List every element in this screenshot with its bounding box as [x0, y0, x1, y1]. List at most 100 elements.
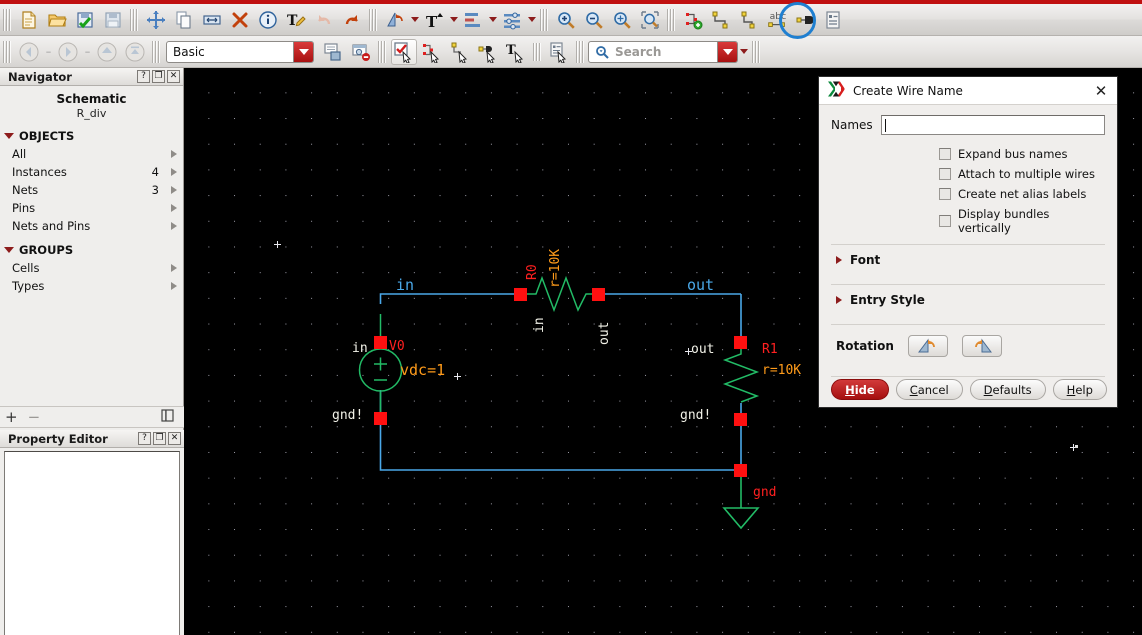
distribute-dropdown-arrow[interactable] — [526, 7, 537, 33]
instance-name-gnd[interactable]: gnd — [753, 486, 776, 499]
tree-item-label: Nets — [12, 183, 39, 197]
tree-item-cells[interactable]: Cells — [0, 259, 183, 277]
search-input[interactable]: Search — [588, 40, 738, 63]
instance-value-r1[interactable]: r=10K — [762, 364, 801, 377]
navigator-close-button[interactable]: ✕ — [167, 70, 180, 83]
tree-group-objects[interactable]: OBJECTS — [0, 127, 183, 145]
chevron-right-icon — [171, 282, 177, 290]
schematic-mode-combo[interactable]: Basic — [166, 40, 314, 63]
undo-icon[interactable] — [311, 7, 337, 33]
display-bundles-vertically-checkbox[interactable] — [939, 215, 951, 227]
names-input[interactable] — [880, 115, 1105, 135]
search-dropdown-arrow[interactable] — [717, 41, 737, 62]
expand-bus-names-row[interactable]: Expand bus names — [939, 147, 1105, 161]
create-wire-narrow-icon[interactable] — [736, 7, 762, 33]
instance-value-r0[interactable]: r=10K — [548, 249, 563, 288]
schematic-mode-dropdown-arrow[interactable] — [293, 41, 313, 62]
tree-item-nets[interactable]: Nets 3 — [0, 181, 183, 199]
zoom-fit-icon[interactable] — [609, 7, 635, 33]
window-layout-icon[interactable] — [320, 39, 346, 65]
net-label-out[interactable]: out — [687, 278, 714, 293]
rotate-left-icon[interactable] — [907, 335, 948, 357]
zoom-in-icon[interactable] — [553, 7, 579, 33]
search-options-arrow[interactable] — [738, 39, 749, 65]
property-editor-help-button[interactable]: ? — [138, 432, 151, 445]
text-dropdown-arrow[interactable] — [448, 7, 459, 33]
select-props-icon[interactable] — [546, 39, 572, 65]
cancel-button-mnemonic: C — [909, 382, 918, 397]
instance-name-r1[interactable]: R1 — [762, 343, 778, 356]
panel-layout-icon[interactable] — [161, 409, 174, 425]
tree-item-nets-and-pins[interactable]: Nets and Pins — [0, 217, 183, 235]
create-net-alias-labels-checkbox[interactable] — [939, 188, 951, 200]
create-wire-icon[interactable] — [708, 7, 734, 33]
align-icon[interactable] — [460, 7, 486, 33]
net-label-in[interactable]: in — [396, 278, 414, 293]
redo-icon[interactable] — [339, 7, 365, 33]
add-button[interactable]: + — [5, 409, 18, 425]
align-dropdown-arrow[interactable] — [487, 7, 498, 33]
add-instance-icon[interactable] — [680, 7, 706, 33]
navigator-float-button[interactable]: ❐ — [152, 70, 165, 83]
text-up-icon[interactable]: T — [421, 7, 447, 33]
open-folder-icon[interactable] — [44, 7, 70, 33]
flip-icon[interactable] — [382, 7, 408, 33]
defaults-button[interactable]: Defaults — [969, 379, 1046, 400]
create-net-alias-labels-row[interactable]: Create net alias labels — [939, 187, 1105, 201]
property-editor-float-button[interactable]: ❐ — [153, 432, 166, 445]
help-button[interactable]: Help — [1052, 379, 1107, 400]
save-icon[interactable] — [100, 7, 126, 33]
nav-top-icon[interactable] — [122, 39, 148, 65]
select-instance-icon[interactable] — [419, 39, 445, 65]
tree-item-instances[interactable]: Instances 4 — [0, 163, 183, 181]
rotate-right-icon[interactable] — [961, 335, 1002, 357]
display-bundles-vertically-row[interactable]: Display bundles vertically — [939, 207, 1105, 235]
instance-name-r0[interactable]: R0 — [525, 264, 540, 280]
entry-style-section[interactable]: Entry Style — [831, 285, 1105, 315]
property-editor-close-button[interactable]: ✕ — [168, 432, 181, 445]
expand-triangle-icon — [4, 133, 14, 139]
expand-bus-names-checkbox[interactable] — [939, 148, 951, 160]
edit-text-icon[interactable]: T — [283, 7, 309, 33]
zoom-area-icon[interactable] — [637, 7, 663, 33]
distribute-icon[interactable] — [499, 7, 525, 33]
nav-forward-dropdown[interactable]: – — [82, 39, 93, 65]
tree-item-all[interactable]: All — [0, 145, 183, 163]
property-editor-content[interactable] — [4, 451, 180, 635]
create-pin-icon[interactable] — [792, 7, 818, 33]
new-file-icon[interactable] — [16, 7, 42, 33]
hierarchy-icon[interactable] — [820, 7, 846, 33]
navigator-help-button[interactable]: ? — [137, 70, 150, 83]
tree-group-groups[interactable]: GROUPS — [0, 241, 183, 259]
select-all-icon[interactable] — [391, 38, 417, 65]
select-text-icon[interactable]: T — [503, 39, 529, 65]
zoom-out-icon[interactable] — [581, 7, 607, 33]
select-pin-icon[interactable] — [475, 39, 501, 65]
move-icon[interactable] — [143, 7, 169, 33]
tree-item-pins[interactable]: Pins — [0, 199, 183, 217]
remove-button[interactable]: − — [28, 409, 41, 425]
cancel-button[interactable]: Cancel — [895, 379, 963, 400]
font-section[interactable]: Font — [831, 245, 1105, 275]
stretch-icon[interactable] — [199, 7, 225, 33]
save-check-icon[interactable] — [72, 7, 98, 33]
copy-icon[interactable] — [171, 7, 197, 33]
attach-multiple-wires-row[interactable]: Attach to multiple wires — [939, 167, 1105, 181]
toolbar-separator — [3, 8, 12, 31]
nav-back-icon[interactable] — [16, 39, 42, 65]
nav-up-icon[interactable] — [94, 39, 120, 65]
delete-icon[interactable] — [227, 7, 253, 33]
hide-window-icon[interactable] — [348, 39, 374, 65]
create-wire-name-icon[interactable]: abc — [764, 7, 790, 33]
nav-forward-icon[interactable] — [55, 39, 81, 65]
close-icon[interactable]: ✕ — [1091, 81, 1111, 101]
flip-dropdown-arrow[interactable] — [409, 7, 420, 33]
hide-button[interactable]: Hide — [831, 379, 889, 400]
attach-multiple-wires-checkbox[interactable] — [939, 168, 951, 180]
property-info-icon[interactable] — [255, 7, 281, 33]
tree-item-types[interactable]: Types — [0, 277, 183, 295]
instance-name-v0[interactable]: V0 — [389, 340, 405, 353]
select-wire-icon[interactable] — [447, 39, 473, 65]
instance-value-v0[interactable]: vdc=1 — [400, 363, 445, 378]
nav-back-dropdown[interactable]: – — [43, 39, 54, 65]
